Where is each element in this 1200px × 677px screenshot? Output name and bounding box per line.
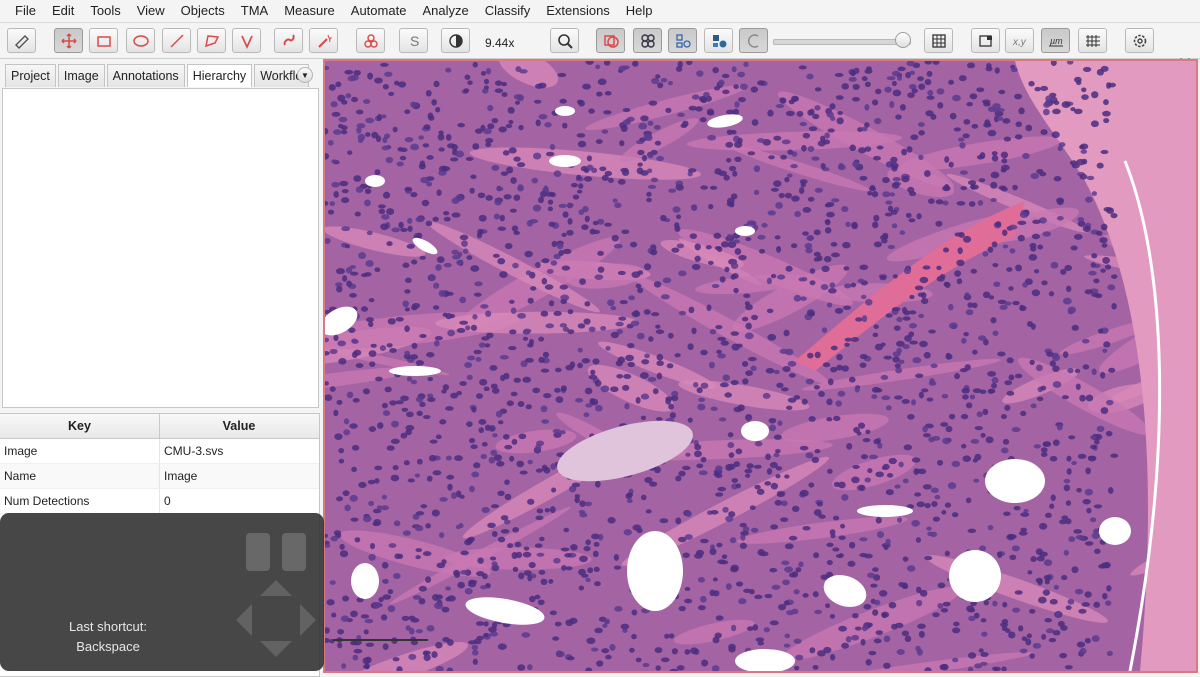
property-value: CMU-3.svs xyxy=(164,444,224,458)
svg-text:x,y: x,y xyxy=(1012,37,1027,48)
polyline-tool-icon xyxy=(240,35,253,49)
mouse-left-button-icon xyxy=(246,533,270,571)
tab-image[interactable]: Image xyxy=(57,64,105,87)
arrow-down-icon xyxy=(260,641,292,657)
points-tool-button[interactable] xyxy=(356,28,385,53)
show-connections-icon xyxy=(747,33,758,48)
menu-objects[interactable]: Objects xyxy=(173,0,233,22)
brush-tool-icon xyxy=(283,33,295,46)
opacity-slider-track[interactable] xyxy=(773,39,911,45)
opacity-slider-thumb[interactable] xyxy=(895,32,911,48)
main-toolbar: 9.44x >> Sx,yµm xyxy=(0,23,1200,69)
arrow-up-icon xyxy=(260,580,292,596)
show-grid-icon xyxy=(1085,34,1100,47)
property-value: Image xyxy=(164,469,198,483)
selection-mode-button[interactable]: S xyxy=(399,28,428,53)
mouse-right-button-icon xyxy=(282,533,306,571)
property-key: Num Detections xyxy=(0,489,160,513)
table-row[interactable]: Image CMU-3.svs xyxy=(0,439,319,464)
image-viewer[interactable] xyxy=(323,59,1198,673)
show-scalebar-button[interactable]: µm xyxy=(1041,28,1070,53)
zoom-to-fit-button[interactable] xyxy=(550,28,579,53)
polygon-tool-icon xyxy=(204,34,219,47)
show-scalebar-icon: µm xyxy=(1048,36,1063,46)
show-analysis-pane-icon xyxy=(14,34,29,49)
zoom-to-fit-icon xyxy=(557,33,573,49)
preferences-icon xyxy=(1133,34,1146,47)
show-cursor-location-icon: x,y xyxy=(1012,37,1027,48)
hierarchy-tree[interactable] xyxy=(2,88,319,408)
wand-tool-button[interactable] xyxy=(309,28,338,53)
show-tma-grid-button[interactable] xyxy=(633,28,662,53)
show-connections-button[interactable] xyxy=(739,28,768,53)
brightness-contrast-icon xyxy=(448,33,463,48)
arrow-left-icon xyxy=(236,604,252,636)
move-tool-icon xyxy=(60,32,77,49)
show-annotations-button[interactable] xyxy=(596,28,625,53)
table-row[interactable]: Num Detections 0 xyxy=(0,489,319,514)
last-shortcut-key: Backspace xyxy=(76,639,140,654)
analysis-tabs: Project Image Annotations Hierarchy Workflow xyxy=(5,64,311,88)
svg-text:µm: µm xyxy=(1050,36,1063,46)
menu-extensions[interactable]: Extensions xyxy=(538,0,618,22)
show-tma-grid-icon xyxy=(640,33,655,48)
key-column-header[interactable]: Key xyxy=(0,414,160,438)
menu-bar: File Edit Tools View Objects TMA Measure Automa… xyxy=(0,0,1200,23)
menu-help[interactable]: Help xyxy=(618,0,661,22)
fill-detections-icon xyxy=(712,34,726,47)
menu-view[interactable]: View xyxy=(129,0,173,22)
measurement-table-icon xyxy=(931,33,946,48)
tab-project[interactable]: Project xyxy=(5,64,56,87)
arrow-right-icon xyxy=(300,604,316,636)
show-grid-button[interactable] xyxy=(1078,28,1107,53)
show-detections-icon xyxy=(675,33,691,48)
tab-annotations[interactable]: Annotations xyxy=(106,64,185,87)
menu-measure[interactable]: Measure xyxy=(276,0,343,22)
tab-hierarchy[interactable]: Hierarchy xyxy=(186,64,253,87)
show-overview-button[interactable] xyxy=(971,28,1000,53)
svg-text:S: S xyxy=(410,33,419,49)
polyline-tool-button[interactable] xyxy=(232,28,261,53)
show-overview-icon xyxy=(978,34,992,47)
last-shortcut-title: Last shortcut: xyxy=(68,619,148,634)
ellipse-tool-button[interactable] xyxy=(126,28,155,53)
menu-classify[interactable]: Classify xyxy=(477,0,539,22)
show-annotations-icon xyxy=(603,34,619,48)
polygon-tool-button[interactable] xyxy=(197,28,226,53)
tab-menu-button[interactable]: ▼ xyxy=(297,67,313,83)
menu-edit[interactable]: Edit xyxy=(44,0,82,22)
property-key: Image xyxy=(0,439,160,463)
show-analysis-pane-button[interactable] xyxy=(7,28,36,53)
fill-detections-button[interactable] xyxy=(704,28,733,53)
ellipse-tool-icon xyxy=(132,34,149,47)
rectangle-tool-button[interactable] xyxy=(89,28,118,53)
brush-tool-button[interactable] xyxy=(274,28,303,53)
shortcut-overlay: Last shortcut: Backspace xyxy=(0,513,324,671)
move-tool-button[interactable] xyxy=(54,28,83,53)
zoom-level-label: 9.44x xyxy=(485,36,515,50)
histology-image[interactable] xyxy=(325,61,1196,671)
preferences-button[interactable] xyxy=(1125,28,1154,53)
property-value: 0 xyxy=(164,494,171,508)
menu-tma[interactable]: TMA xyxy=(233,0,276,22)
line-tool-icon xyxy=(169,33,184,48)
menu-file[interactable]: File xyxy=(0,0,44,22)
line-tool-button[interactable] xyxy=(162,28,191,53)
properties-header: Key Value xyxy=(0,414,319,439)
menu-automate[interactable]: Automate xyxy=(343,0,415,22)
value-column-header[interactable]: Value xyxy=(160,414,318,438)
property-key: Name xyxy=(0,464,160,488)
show-cursor-location-button[interactable]: x,y xyxy=(1005,28,1034,53)
show-detections-button[interactable] xyxy=(668,28,697,53)
wand-tool-icon xyxy=(317,34,332,48)
scale-bar xyxy=(333,639,428,641)
brightness-contrast-button[interactable] xyxy=(441,28,470,53)
table-row[interactable]: Name Image xyxy=(0,464,319,489)
points-tool-icon xyxy=(363,33,378,48)
measurement-table-button[interactable] xyxy=(924,28,953,53)
menu-tools[interactable]: Tools xyxy=(82,0,128,22)
rectangle-tool-icon xyxy=(96,35,111,47)
menu-analyze[interactable]: Analyze xyxy=(414,0,476,22)
selection-mode-icon: S xyxy=(410,33,419,49)
